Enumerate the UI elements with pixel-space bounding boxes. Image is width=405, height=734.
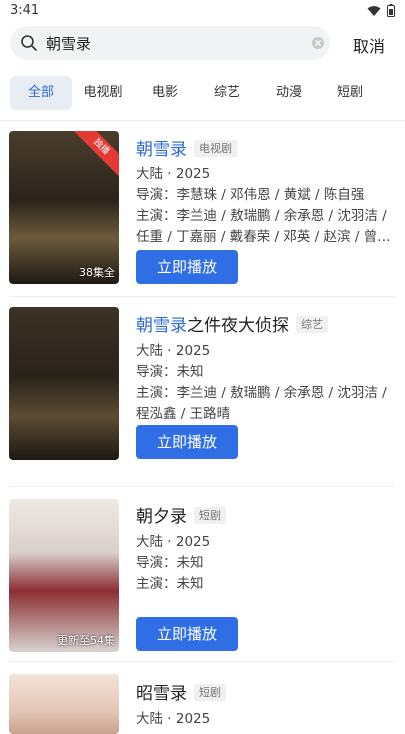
- type-tag: 短剧: [194, 684, 226, 701]
- poster-image[interactable]: 更新至54集: [9, 499, 119, 652]
- battery-icon: [387, 4, 395, 17]
- clear-search-button[interactable]: [312, 37, 324, 49]
- tab-short-drama[interactable]: 短剧: [322, 76, 378, 110]
- region-year: 大陆 · 2025: [136, 343, 211, 359]
- play-now-button[interactable]: 立即播放: [136, 250, 238, 284]
- result-meta: 大陆 · 2025 导演：未知 主演：李兰迪 / 敖瑞鹏 / 余承恩 / 沈羽洁…: [136, 341, 398, 425]
- result-meta: 大陆 · 2025 导演：未知 主演：未知: [136, 532, 398, 595]
- region-year: 大陆 · 2025: [136, 534, 211, 550]
- cast-line: 主演：李兰迪 / 敖瑞鹏 / 余承恩 / 沈羽洁 /: [136, 208, 387, 224]
- type-tag: 综艺: [296, 316, 328, 333]
- result-item[interactable]: 朝雪录之件夜大侦探 综艺 大陆 · 2025 导演：未知 主演：李兰迪 / 敖瑞鹏…: [0, 297, 405, 487]
- status-time: 3:41: [10, 3, 40, 18]
- search-box[interactable]: [10, 26, 330, 60]
- tab-variety[interactable]: 综艺: [199, 76, 255, 110]
- cast-line: 主演：李兰迪 / 敖瑞鹏 / 余承恩 / 沈羽洁 /: [136, 385, 387, 401]
- result-title[interactable]: 朝夕录 短剧: [136, 502, 226, 527]
- cast-line: 程泓鑫 / 王路晴: [136, 406, 231, 422]
- poster-image[interactable]: [9, 307, 119, 460]
- close-icon: [315, 40, 321, 46]
- wifi-icon: [367, 5, 381, 16]
- poster-image[interactable]: 独播 38集全: [9, 131, 119, 284]
- result-meta: 大陆 · 2025 导演：李慧珠 / 邓伟恩 / 黄斌 / 陈自强 主演：李兰迪…: [136, 164, 398, 248]
- tab-all[interactable]: 全部: [10, 76, 72, 110]
- tab-movies[interactable]: 电影: [137, 76, 193, 110]
- director: 导演：李慧珠 / 邓伟恩 / 黄斌 / 陈自强: [136, 187, 365, 203]
- cast-line: 主演：未知: [136, 576, 204, 592]
- search-bar: 取消: [0, 24, 405, 64]
- play-now-button[interactable]: 立即播放: [136, 425, 238, 459]
- poster-image[interactable]: [9, 674, 119, 734]
- category-tabs: 全部 电视剧 电影 综艺 动漫 短剧: [0, 76, 405, 112]
- result-item[interactable]: 更新至54集 朝夕录 短剧 大陆 · 2025 导演：未知 主演：未知 立即播放: [0, 487, 405, 662]
- result-item[interactable]: 昭雪录 短剧 大陆 · 2025: [0, 662, 405, 734]
- result-title[interactable]: 朝雪录之件夜大侦探 综艺: [136, 311, 328, 336]
- tab-anime[interactable]: 动漫: [261, 76, 317, 110]
- episode-count: 38集全: [79, 266, 115, 279]
- search-icon: [21, 35, 37, 51]
- director: 导演：未知: [136, 364, 204, 380]
- result-title[interactable]: 昭雪录 短剧: [136, 679, 226, 704]
- status-bar: 3:41: [0, 0, 405, 22]
- type-tag: 短剧: [194, 507, 226, 524]
- search-input[interactable]: [46, 30, 308, 56]
- region-year: 大陆 · 2025: [136, 166, 211, 182]
- cancel-button[interactable]: 取消: [353, 33, 385, 57]
- result-item[interactable]: 独播 38集全 朝雪录 电视剧 大陆 · 2025 导演：李慧珠 / 邓伟恩 / …: [0, 121, 405, 297]
- exclusive-badge: 独播: [67, 131, 119, 181]
- director: 导演：未知: [136, 555, 204, 571]
- play-now-button[interactable]: 立即播放: [136, 617, 238, 651]
- type-tag: 电视剧: [194, 140, 237, 157]
- tab-tv-series[interactable]: 电视剧: [75, 76, 131, 110]
- cast-line: 任重 / 丁嘉丽 / 戴春荣 / 邓英 / 赵滨 / 曾泳...: [136, 229, 398, 245]
- result-title[interactable]: 朝雪录 电视剧: [136, 135, 237, 160]
- episode-count: 更新至54集: [57, 634, 115, 647]
